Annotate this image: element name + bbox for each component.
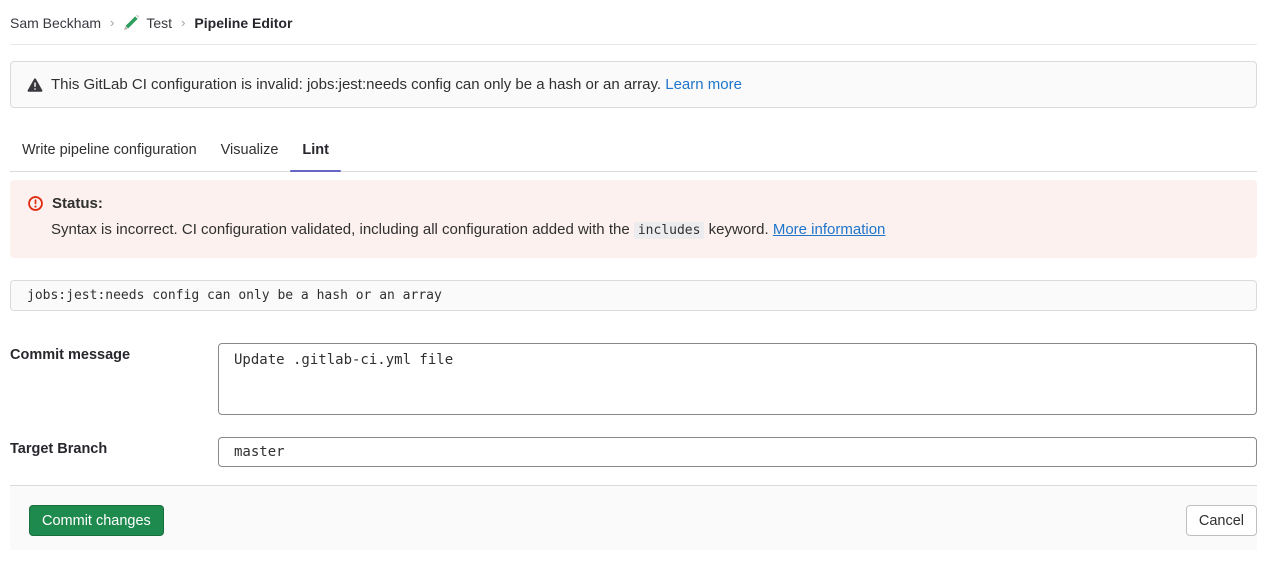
- pipeline-editor-tabs: Write pipeline configuration Visualize L…: [10, 137, 1257, 172]
- lint-status-panel: Status: Syntax is incorrect. CI configur…: [10, 180, 1257, 258]
- learn-more-link[interactable]: Learn more: [665, 76, 742, 93]
- commit-form: Commit message Update .gitlab-ci.yml fil…: [10, 343, 1257, 467]
- commit-message-label: Commit message: [10, 343, 218, 419]
- tab-lint[interactable]: Lint: [290, 137, 341, 171]
- tab-visualize[interactable]: Visualize: [209, 137, 291, 171]
- cancel-button[interactable]: Cancel: [1186, 505, 1257, 536]
- lint-result-message: jobs:jest:needs config can only be a has…: [10, 280, 1257, 311]
- breadcrumb-project-link[interactable]: Test: [146, 15, 172, 31]
- breadcrumb-separator: ›: [181, 15, 185, 30]
- alert-text: This GitLab CI configuration is invalid:…: [51, 76, 742, 93]
- ci-invalid-alert: This GitLab CI configuration is invalid:…: [10, 61, 1257, 108]
- pipeline-editor-page: Sam Beckham › Test › Pipeline Editor: [0, 0, 1280, 550]
- target-branch-input[interactable]: [218, 437, 1257, 467]
- more-information-link[interactable]: More information: [773, 221, 886, 238]
- status-title: Status:: [52, 195, 103, 212]
- project-avatar-pencil-icon: [123, 14, 140, 31]
- breadcrumb-page-title: Pipeline Editor: [194, 15, 292, 31]
- breadcrumb-separator: ›: [110, 15, 114, 30]
- includes-keyword-code: includes: [634, 222, 705, 239]
- form-actions-bar: Commit changes Cancel: [10, 485, 1257, 550]
- error-circle-icon: [28, 196, 43, 211]
- commit-changes-button[interactable]: Commit changes: [29, 505, 164, 536]
- commit-message-input[interactable]: Update .gitlab-ci.yml file: [218, 343, 1257, 415]
- warning-icon: [27, 77, 43, 93]
- breadcrumb-owner-link[interactable]: Sam Beckham: [10, 15, 101, 31]
- status-message: Syntax is incorrect. CI configuration va…: [51, 220, 1239, 241]
- target-branch-label: Target Branch: [10, 437, 218, 467]
- tab-write-pipeline-configuration[interactable]: Write pipeline configuration: [10, 137, 209, 171]
- breadcrumb: Sam Beckham › Test › Pipeline Editor: [10, 0, 1257, 45]
